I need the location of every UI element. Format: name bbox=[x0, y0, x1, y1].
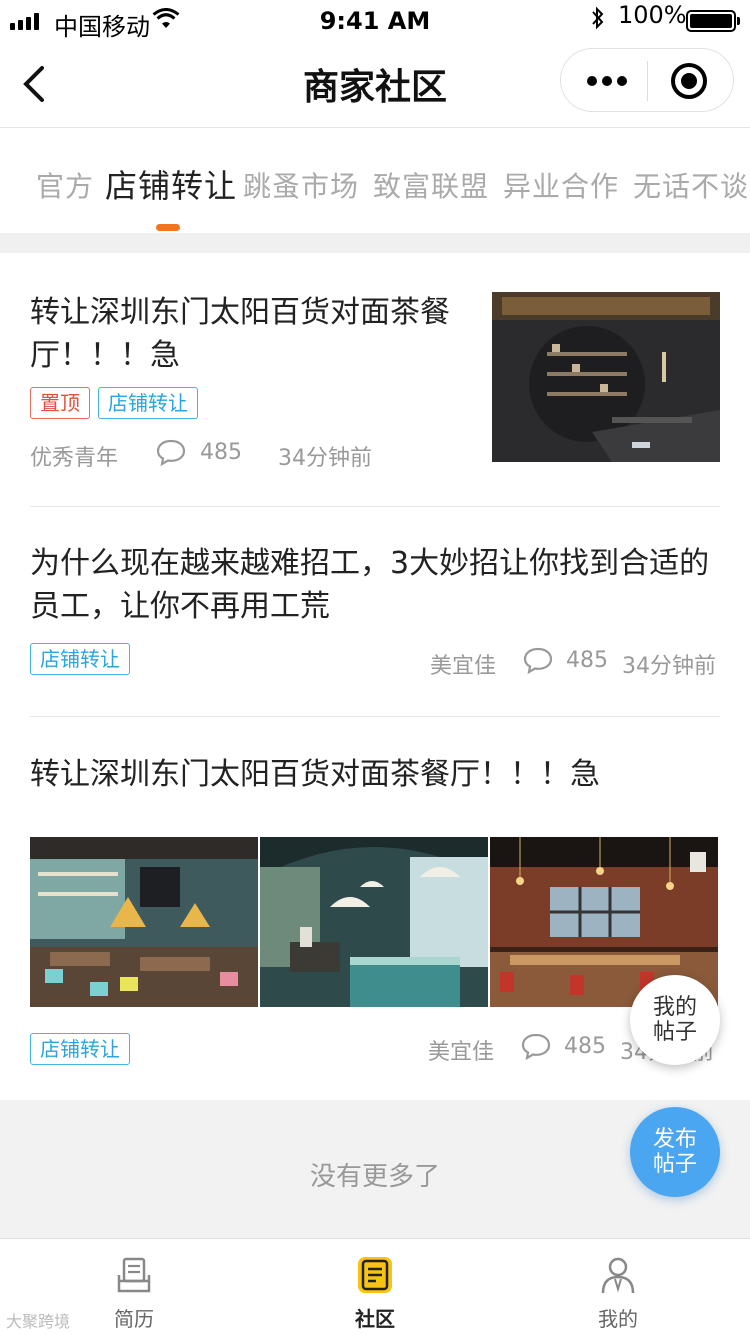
battery-icon bbox=[686, 10, 740, 32]
tabbar-item-profile[interactable]: 我的 bbox=[493, 1239, 743, 1334]
tab-official[interactable]: 官方 bbox=[36, 165, 94, 205]
my-posts-button[interactable]: 我的帖子 bbox=[630, 975, 720, 1065]
community-icon bbox=[358, 1257, 392, 1293]
post-thumbnail[interactable] bbox=[492, 292, 720, 462]
pinned-tag: 置顶 bbox=[30, 387, 90, 419]
comment-count: 485 bbox=[200, 440, 242, 465]
post-author: 优秀青年 bbox=[30, 446, 119, 471]
section-gap bbox=[0, 233, 750, 253]
post-author: 美宜佳 bbox=[430, 654, 497, 679]
category-tag: 店铺转让 bbox=[30, 643, 130, 675]
post-divider bbox=[30, 506, 720, 507]
publish-post-button[interactable]: 发布帖子 bbox=[630, 1107, 720, 1197]
post-title[interactable]: 转让深圳东门太阳百货对面茶餐厅！！！急 bbox=[30, 291, 475, 377]
more-icon[interactable] bbox=[587, 69, 627, 93]
category-tabs: 官方 店铺转让 跳蚤市场 致富联盟 异业合作 无话不谈 bbox=[0, 129, 750, 233]
post-title[interactable]: 转让深圳东门太阳百货对面茶餐厅！！！急 bbox=[30, 753, 725, 796]
tab-shop-transfer[interactable]: 店铺转让 bbox=[105, 161, 237, 207]
post-time: 34分钟前 bbox=[278, 446, 372, 471]
post-title[interactable]: 为什么现在越来越难招工，3大妙招让你找到合适的员工，让你不再用工荒 bbox=[30, 542, 725, 628]
comment-icon bbox=[155, 438, 187, 467]
tab-wealth-alliance[interactable]: 致富联盟 bbox=[373, 165, 489, 205]
tab-flea-market[interactable]: 跳蚤市场 bbox=[243, 165, 359, 205]
my-posts-label: 我的帖子 bbox=[652, 995, 697, 1045]
resume-icon bbox=[117, 1257, 151, 1293]
category-tag: 店铺转让 bbox=[98, 387, 198, 419]
bluetooth-icon bbox=[590, 6, 606, 36]
profile-icon bbox=[601, 1257, 635, 1294]
post-image-1[interactable] bbox=[30, 837, 258, 1007]
tab-chat[interactable]: 无话不谈 bbox=[633, 165, 749, 205]
capsule-divider bbox=[647, 61, 648, 101]
comment-icon bbox=[520, 1032, 552, 1061]
watermark-text: 大聚跨境 bbox=[6, 1312, 71, 1331]
tabbar-item-community[interactable]: 社区 bbox=[250, 1239, 500, 1334]
post-author: 美宜佳 bbox=[428, 1040, 495, 1065]
status-bar: 中国移动 9:41 AM 100% bbox=[0, 0, 750, 41]
post-divider bbox=[30, 716, 720, 717]
comment-count: 485 bbox=[564, 1034, 606, 1059]
battery-percent: 100% bbox=[618, 1, 687, 29]
community-page: 中国移动 9:41 AM 100% 商家社区 官方 店铺转让 跳蚤市场 致富联盟… bbox=[0, 0, 750, 1334]
tabbar-label: 社区 bbox=[355, 1307, 395, 1331]
category-tag: 店铺转让 bbox=[30, 1033, 130, 1065]
post-time: 34分钟前 bbox=[622, 654, 716, 679]
tab-cross-industry[interactable]: 异业合作 bbox=[503, 165, 619, 205]
active-tab-indicator bbox=[156, 224, 180, 231]
publish-post-label: 发布帖子 bbox=[652, 1127, 697, 1177]
bottom-tab-bar: 简历 社区 我的 bbox=[0, 1238, 750, 1334]
comment-icon bbox=[522, 646, 554, 675]
close-target-icon[interactable] bbox=[671, 63, 707, 99]
comment-count: 485 bbox=[566, 648, 608, 673]
navigation-bar: 商家社区 bbox=[0, 40, 750, 128]
mini-program-capsule bbox=[560, 48, 734, 112]
tabbar-label: 我的 bbox=[598, 1307, 638, 1331]
post-image-2[interactable] bbox=[260, 837, 488, 1007]
